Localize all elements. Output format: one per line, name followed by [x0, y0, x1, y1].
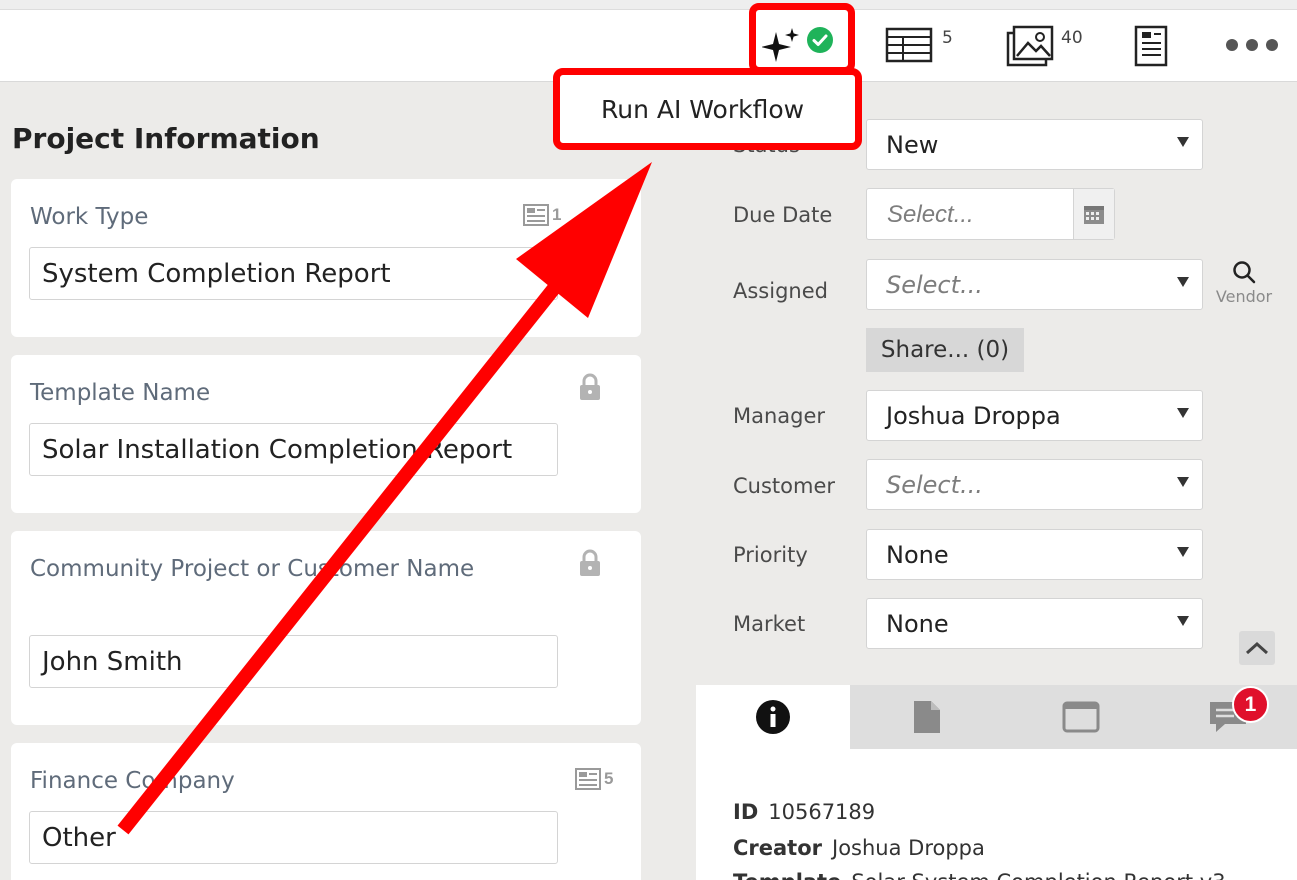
status-select[interactable]: New: [866, 119, 1203, 170]
chevron-down-icon: [1177, 277, 1189, 287]
vendor-label: Vendor: [1215, 287, 1273, 306]
run-ai-workflow-item[interactable]: Run AI Workflow: [601, 95, 804, 124]
tab-comments[interactable]: [1158, 685, 1297, 749]
creator-row: Creator Joshua Droppa: [733, 836, 985, 860]
chevron-up-icon: [1245, 641, 1269, 655]
info-icon: [756, 700, 790, 734]
images-button[interactable]: [1005, 24, 1055, 68]
due-date-placeholder: Select...: [887, 201, 974, 228]
priority-label: Priority: [733, 543, 808, 567]
market-select[interactable]: None: [866, 598, 1203, 649]
due-date-input[interactable]: Select...: [866, 188, 1115, 240]
template-value: Solar System Completion Report v3: [851, 870, 1225, 880]
customer-select[interactable]: Select...: [866, 459, 1203, 510]
assigned-label: Assigned: [733, 279, 828, 303]
work-type-input[interactable]: System Completion Report: [29, 247, 558, 300]
priority-value: None: [886, 540, 949, 569]
vendor-search-button[interactable]: Vendor: [1212, 259, 1276, 306]
manager-value: Joshua Droppa: [886, 401, 1061, 430]
more-dots-icon: [1226, 39, 1278, 51]
chevron-down-icon: [1177, 408, 1189, 418]
manager-label: Manager: [733, 404, 826, 428]
customer-label: Customer: [733, 474, 836, 498]
creator-value: Joshua Droppa: [832, 836, 985, 860]
work-type-forms[interactable]: 1: [523, 204, 561, 226]
table-icon: [885, 27, 933, 63]
share-button[interactable]: Share... (0): [866, 328, 1024, 372]
assigned-placeholder: Select...: [886, 270, 983, 299]
customer-name-label: Community Project or Customer Name: [30, 556, 475, 582]
template-name-label: Template Name: [30, 380, 211, 406]
ai-workflow-menu: Run AI Workflow: [569, 84, 845, 134]
id-row: ID 10567189: [733, 800, 875, 824]
document-icon: [914, 701, 940, 733]
market-value: None: [886, 609, 949, 638]
work-type-card: Work Type 1 System Completion Report: [11, 179, 641, 337]
market-label: Market: [733, 612, 806, 636]
chevron-down-icon: [1177, 137, 1189, 147]
customer-name-card: Community Project or Customer Name John …: [11, 531, 641, 725]
creator-label: Creator: [733, 836, 823, 860]
finance-company-forms[interactable]: 5: [575, 768, 613, 790]
priority-select[interactable]: None: [866, 529, 1203, 580]
detail-tabs: [696, 685, 1297, 749]
window-icon: [1062, 701, 1100, 733]
top-strip: [0, 0, 1297, 10]
customer-name-input[interactable]: John Smith: [29, 635, 558, 688]
template-name-card: Template Name Solar Installation Complet…: [11, 355, 641, 513]
template-label: Template: [733, 870, 841, 880]
section-title: Project Information: [12, 122, 320, 155]
chevron-down-icon: [1177, 616, 1189, 626]
tab-info[interactable]: [696, 685, 850, 749]
images-icon: [1006, 25, 1054, 67]
comments-badge: 1: [1232, 686, 1269, 723]
calendar-icon: [1084, 206, 1104, 224]
report-button[interactable]: [1132, 24, 1170, 68]
form-icon: [575, 768, 601, 790]
finance-company-label: Finance Company: [30, 768, 235, 794]
id-label: ID: [733, 800, 759, 824]
id-value: 10567189: [768, 800, 876, 824]
chevron-down-icon: [1177, 547, 1189, 557]
details-panel: [696, 83, 1297, 685]
table-button[interactable]: [884, 24, 934, 66]
tab-window[interactable]: [1004, 685, 1158, 749]
template-row: Template Solar System Completion Report v…: [733, 870, 1226, 880]
customer-placeholder: Select...: [886, 470, 983, 499]
form-icon: [523, 204, 549, 226]
lock-icon: [580, 373, 600, 400]
work-type-form-count: 1: [552, 205, 562, 224]
finance-company-form-count: 5: [604, 769, 614, 788]
work-type-label: Work Type: [30, 204, 149, 230]
ai-button-highlight: [749, 3, 855, 74]
finance-company-input[interactable]: Other: [29, 811, 558, 864]
table-count: 5: [942, 28, 953, 48]
template-name-input[interactable]: Solar Installation Completion Report: [29, 423, 558, 476]
due-date-label: Due Date: [733, 203, 833, 227]
lock-icon: [580, 549, 600, 576]
images-count: 40: [1061, 28, 1083, 48]
collapse-button[interactable]: [1239, 631, 1275, 665]
assigned-select[interactable]: Select...: [866, 259, 1203, 310]
manager-select[interactable]: Joshua Droppa: [866, 390, 1203, 441]
search-icon: [1233, 261, 1256, 284]
report-icon: [1134, 25, 1168, 67]
chevron-down-icon: [1177, 477, 1189, 487]
calendar-button[interactable]: [1073, 189, 1114, 239]
more-options-button[interactable]: [1220, 32, 1284, 58]
status-value: New: [886, 130, 939, 159]
tab-documents[interactable]: [850, 685, 1004, 749]
finance-company-card: Finance Company 5 Other: [11, 743, 641, 880]
